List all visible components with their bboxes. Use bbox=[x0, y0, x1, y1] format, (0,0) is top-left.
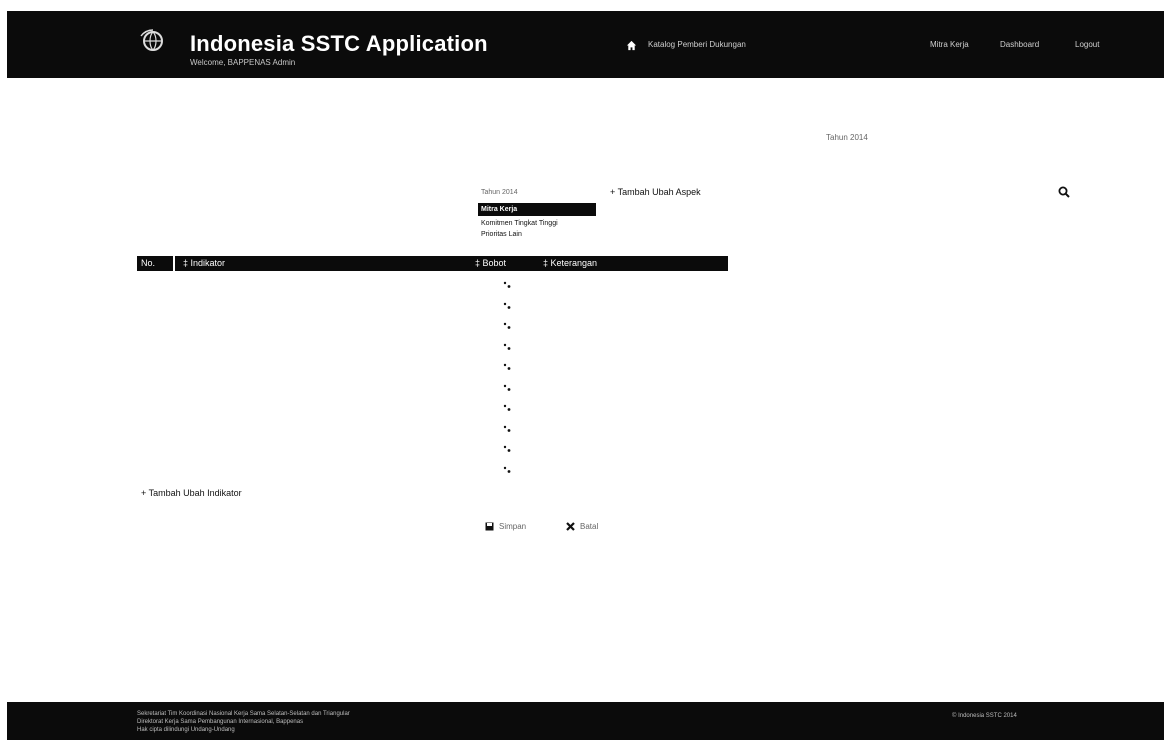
page: Indonesia SSTC Application Welcome, BAPP… bbox=[0, 0, 1170, 740]
save-label: Simpan bbox=[499, 522, 527, 531]
footer-line-3: Hak cipta dilindungi Undang-Undang bbox=[137, 727, 235, 733]
search-icon[interactable] bbox=[1058, 186, 1070, 198]
row-marker-icon[interactable] bbox=[502, 281, 512, 289]
app-title[interactable]: Indonesia SSTC Application bbox=[190, 31, 488, 57]
period-text: Tahun 2014 bbox=[826, 133, 868, 142]
aspect-item-prioritas-lain[interactable]: Prioritas Lain bbox=[478, 229, 596, 240]
row-marker-icon[interactable] bbox=[502, 425, 512, 433]
add-aspect-link[interactable]: + Tambah Ubah Aspek bbox=[610, 187, 701, 197]
aspect-list: Mitra Kerja Komitmen Tingkat Tinggi Prio… bbox=[478, 203, 596, 240]
cancel-button[interactable]: Batal bbox=[566, 522, 599, 532]
indicator-table-header: No. ‡ Indikator ‡ Bobot ‡ Keterangan bbox=[137, 256, 728, 271]
footer-line-1: Sekretariat Tim Koordinasi Nasional Kerj… bbox=[137, 711, 350, 717]
year-label: Tahun 2014 bbox=[481, 189, 518, 196]
row-marker-icon[interactable] bbox=[502, 343, 512, 351]
row-marker-icon[interactable] bbox=[502, 322, 512, 330]
globe-logo-icon bbox=[140, 29, 163, 51]
column-indikator[interactable]: ‡ Indikator bbox=[175, 256, 475, 271]
row-marker-icon[interactable] bbox=[502, 302, 512, 310]
nav-mitra-kerja[interactable]: Mitra Kerja bbox=[930, 40, 969, 49]
nav-katalog[interactable]: Katalog Pemberi Dukungan bbox=[648, 40, 746, 49]
nav-dashboard[interactable]: Dashboard bbox=[1000, 40, 1039, 49]
nav-logout[interactable]: Logout bbox=[1075, 40, 1099, 49]
home-icon[interactable] bbox=[626, 40, 637, 51]
footer-line-2: Direktorat Kerja Sama Pembangunan Intern… bbox=[137, 719, 304, 725]
add-indicator-link[interactable]: + Tambah Ubah Indikator bbox=[141, 488, 242, 498]
row-marker-icon[interactable] bbox=[502, 466, 512, 474]
row-marker-icon[interactable] bbox=[502, 445, 512, 453]
column-no[interactable]: No. bbox=[137, 256, 173, 271]
footer-copyright: © Indonesia SSTC 2014 bbox=[952, 713, 1017, 719]
close-icon bbox=[566, 522, 575, 532]
save-icon bbox=[485, 522, 494, 531]
column-keterangan[interactable]: ‡ Keterangan bbox=[535, 256, 728, 271]
save-button[interactable]: Simpan bbox=[485, 522, 526, 531]
row-marker-icon[interactable] bbox=[502, 404, 512, 412]
welcome-text: Welcome, BAPPENAS Admin bbox=[190, 58, 296, 67]
cancel-label: Batal bbox=[580, 522, 599, 531]
header-bar bbox=[7, 11, 1164, 78]
column-bobot[interactable]: ‡ Bobot bbox=[475, 256, 535, 271]
footer: Sekretariat Tim Koordinasi Nasional Kerj… bbox=[7, 702, 1164, 740]
row-marker-icon[interactable] bbox=[502, 384, 512, 392]
aspect-item-komitmen[interactable]: Komitmen Tingkat Tinggi bbox=[478, 218, 596, 229]
top-strip bbox=[0, 0, 1170, 10]
row-marker-icon[interactable] bbox=[502, 363, 512, 371]
aspect-item-mitra-kerja[interactable]: Mitra Kerja bbox=[478, 203, 596, 216]
